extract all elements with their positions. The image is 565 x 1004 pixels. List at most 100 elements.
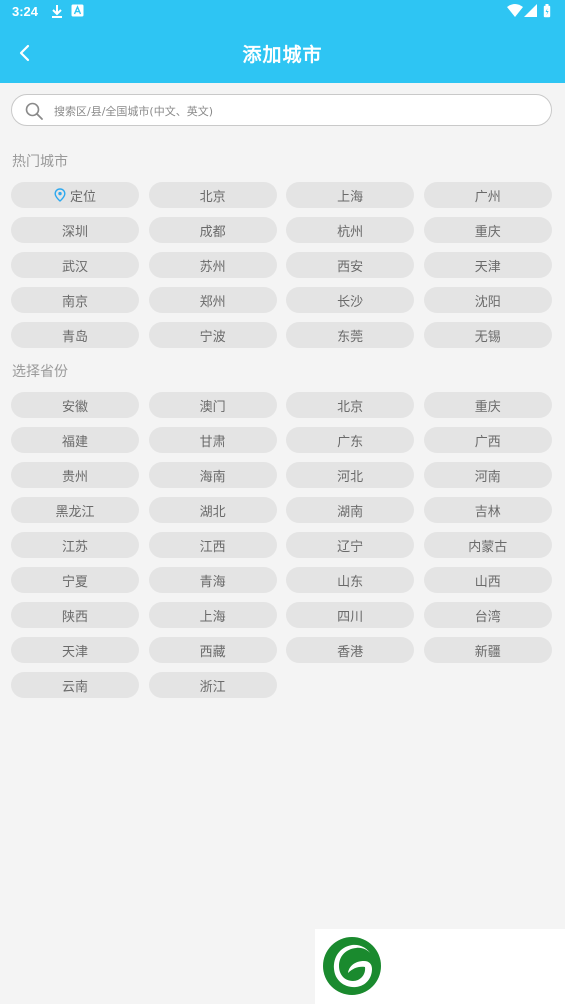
province-chip[interactable]: 台湾 (423, 602, 552, 628)
province-label: 云南 (61, 679, 88, 695)
province-chip[interactable]: 山西 (423, 567, 552, 593)
location-pin-icon (54, 188, 66, 202)
province-chip[interactable]: 上海 (148, 602, 277, 628)
search-input[interactable] (54, 101, 534, 121)
province-label: 江西 (199, 539, 226, 555)
province-label: 内蒙古 (468, 539, 508, 555)
province-chip[interactable]: 青海 (148, 567, 277, 593)
hot-city-chip[interactable]: 重庆 (423, 217, 552, 243)
province-chip[interactable]: 浙江 (148, 672, 277, 698)
province-label: 贵州 (61, 469, 88, 485)
province-label: 上海 (199, 609, 226, 625)
hot-city-label: 武汉 (61, 259, 88, 275)
province-chip[interactable]: 西藏 (148, 637, 277, 663)
province-label: 陕西 (61, 609, 88, 625)
provinces-grid: 安徽 澳门 北京 重庆福建 甘肃 广东 广西贵州 海南 河北 河南黑龙江 湖北 湖南 吉林江苏 江西 辽宁 内… (11, 392, 552, 698)
hot-city-label: 上海 (337, 189, 364, 205)
hot-city-chip[interactable]: 苏州 (148, 252, 277, 278)
province-chip[interactable]: 广西 (423, 427, 552, 453)
hot-city-label: 青岛 (61, 329, 88, 345)
province-chip[interactable]: 安徽 (11, 392, 139, 418)
province-label: 江苏 (61, 539, 88, 555)
province-chip[interactable]: 甘肃 (148, 427, 277, 453)
hot-city-chip[interactable]: 无锡 (423, 322, 552, 348)
hot-city-label: 广州 (474, 189, 501, 205)
hot-city-chip[interactable]: 郑州 (148, 287, 277, 313)
locate-chip[interactable]: 定位 (11, 182, 139, 208)
hot-city-label: 东莞 (337, 329, 364, 345)
province-label: 山西 (474, 574, 501, 590)
hot-city-label: 苏州 (199, 259, 226, 275)
hot-city-chip[interactable]: 广州 (423, 182, 552, 208)
province-label: 福建 (61, 434, 88, 450)
province-chip[interactable]: 湖南 (286, 497, 415, 523)
province-chip[interactable]: 天津 (11, 637, 139, 663)
province-chip[interactable]: 宁夏 (11, 567, 139, 593)
province-chip[interactable]: 四川 (286, 602, 415, 628)
province-chip[interactable]: 湖北 (148, 497, 277, 523)
province-label: 新疆 (474, 644, 501, 660)
hot-city-chip[interactable]: 天津 (423, 252, 552, 278)
province-label: 青海 (199, 574, 226, 590)
province-label: 甘肃 (199, 434, 226, 450)
hot-city-chip[interactable]: 东莞 (286, 322, 415, 348)
province-chip[interactable]: 海南 (148, 462, 277, 488)
province-chip[interactable]: 贵州 (11, 462, 139, 488)
hot-city-label: 沈阳 (474, 294, 501, 310)
province-label: 澳门 (199, 399, 226, 415)
province-chip[interactable]: 辽宁 (286, 532, 415, 558)
province-chip[interactable]: 江西 (148, 532, 277, 558)
page-title: 添加城市 (242, 44, 323, 66)
province-label: 北京 (337, 399, 364, 415)
download-icon (52, 5, 62, 18)
hot-city-chip[interactable]: 上海 (286, 182, 415, 208)
hot-cities-title: 热门城市 (12, 154, 68, 170)
province-chip[interactable]: 北京 (286, 392, 415, 418)
hot-city-chip[interactable]: 西安 (286, 252, 415, 278)
province-chip[interactable]: 云南 (11, 672, 139, 698)
province-label: 西藏 (199, 644, 226, 660)
province-chip[interactable]: 内蒙古 (423, 532, 552, 558)
hot-city-label: 天津 (474, 259, 501, 275)
search-bar[interactable] (11, 94, 552, 126)
province-chip[interactable]: 澳门 (148, 392, 277, 418)
hot-city-chip[interactable]: 南京 (11, 287, 139, 313)
hot-city-label: 西安 (337, 259, 364, 275)
province-label: 黑龙江 (55, 504, 95, 520)
province-label: 广东 (337, 434, 364, 450)
hot-city-chip[interactable]: 杭州 (286, 217, 415, 243)
hot-city-chip[interactable]: 沈阳 (423, 287, 552, 313)
province-label: 湖北 (199, 504, 226, 520)
province-chip[interactable]: 陕西 (11, 602, 139, 628)
province-chip[interactable]: 江苏 (11, 532, 139, 558)
hot-city-chip[interactable]: 北京 (148, 182, 277, 208)
signal-icon (524, 4, 537, 17)
leaf-logo-icon (323, 937, 381, 995)
hot-city-chip[interactable]: 长沙 (286, 287, 415, 313)
province-label: 香港 (337, 644, 364, 660)
province-chip[interactable]: 吉林 (423, 497, 552, 523)
hot-city-chip[interactable]: 武汉 (11, 252, 139, 278)
hot-city-chip[interactable]: 深圳 (11, 217, 139, 243)
province-label: 台湾 (474, 609, 501, 625)
province-chip[interactable]: 河北 (286, 462, 415, 488)
hot-city-label: 郑州 (199, 294, 226, 310)
hot-city-label: 成都 (199, 224, 226, 240)
hot-city-chip[interactable]: 青岛 (11, 322, 139, 348)
province-label: 山东 (337, 574, 364, 590)
province-chip[interactable]: 福建 (11, 427, 139, 453)
hot-city-chip[interactable]: 成都 (148, 217, 277, 243)
province-chip[interactable]: 重庆 (423, 392, 552, 418)
province-chip[interactable]: 山东 (286, 567, 415, 593)
hot-city-label: 杭州 (337, 224, 364, 240)
hot-city-label: 北京 (199, 189, 226, 205)
province-chip[interactable]: 香港 (286, 637, 415, 663)
text-icon (71, 4, 84, 17)
province-label: 四川 (337, 609, 364, 625)
province-chip[interactable]: 新疆 (423, 637, 552, 663)
hot-city-chip[interactable]: 宁波 (148, 322, 277, 348)
province-chip[interactable]: 黑龙江 (11, 497, 139, 523)
province-chip[interactable]: 广东 (286, 427, 415, 453)
province-label: 重庆 (474, 399, 501, 415)
province-chip[interactable]: 河南 (423, 462, 552, 488)
